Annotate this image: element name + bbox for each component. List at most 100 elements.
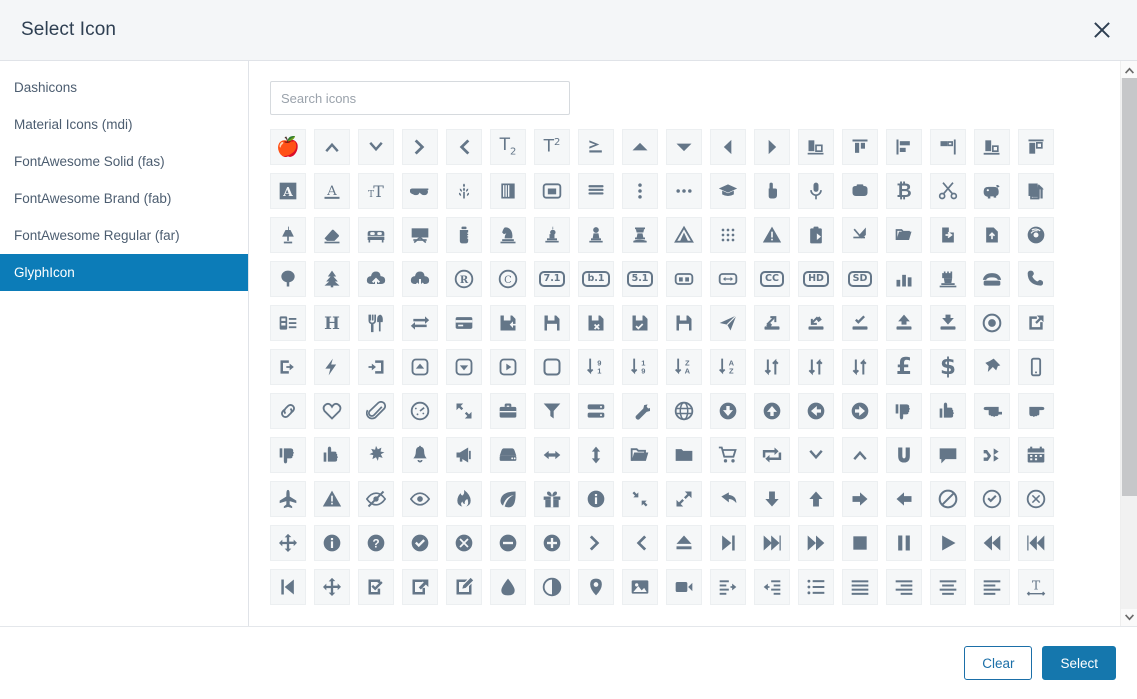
resize-small-icon[interactable] [622, 481, 658, 517]
export-icon[interactable] [974, 217, 1010, 253]
eye-open-icon[interactable] [402, 481, 438, 517]
arrow-left-icon[interactable] [886, 481, 922, 517]
wheat-icon[interactable] [446, 173, 482, 209]
flash-icon[interactable] [314, 349, 350, 385]
backward-icon[interactable] [974, 525, 1010, 561]
registration-mark-icon[interactable]: R [446, 261, 482, 297]
list-icon[interactable] [798, 569, 834, 605]
sort-by-attributes-icon[interactable]: 91 [578, 349, 614, 385]
new-window-icon[interactable] [1018, 305, 1054, 341]
folder-open-icon[interactable] [622, 437, 658, 473]
wrench-icon[interactable] [622, 393, 658, 429]
fast-backward-icon[interactable] [1018, 525, 1054, 561]
arrow-right-icon[interactable] [842, 481, 878, 517]
resize-horizontal-badge-icon[interactable] [710, 261, 746, 297]
tree-conifer-icon[interactable] [314, 261, 350, 297]
triangle-down-icon[interactable] [666, 129, 702, 165]
minus-sign-icon[interactable] [490, 525, 526, 561]
align-left-icon[interactable] [974, 569, 1010, 605]
eraser-icon[interactable] [314, 217, 350, 253]
chevron-right-icon[interactable] [402, 129, 438, 165]
thumbs-up-icon[interactable] [314, 437, 350, 473]
dashboard-icon[interactable] [402, 393, 438, 429]
option-vertical-icon[interactable] [622, 173, 658, 209]
pause-icon[interactable] [886, 525, 922, 561]
align-right-icon[interactable] [886, 569, 922, 605]
btc-5-1-icon[interactable]: 5.1 [622, 261, 658, 297]
phone-alt-icon[interactable] [974, 261, 1010, 297]
object-align-bottom-icon[interactable] [974, 129, 1010, 165]
indent-left-icon[interactable] [754, 569, 790, 605]
list-alt-settings-icon[interactable] [270, 305, 306, 341]
collapse-up-icon[interactable] [402, 349, 438, 385]
hand-right-icon[interactable] [1018, 393, 1054, 429]
greater-than-equal-terminal-icon[interactable] [578, 129, 614, 165]
remove-circle-icon[interactable] [1018, 481, 1054, 517]
sort-by-alphabet-icon[interactable] [754, 349, 790, 385]
align-justify-icon[interactable] [842, 569, 878, 605]
folder-close-icon[interactable] [666, 437, 702, 473]
briefcase-icon[interactable] [490, 393, 526, 429]
bell-icon[interactable] [402, 437, 438, 473]
triangle-up-icon[interactable] [622, 129, 658, 165]
object-align-bottom-right-icon[interactable] [798, 129, 834, 165]
vertical-scrollbar[interactable] [1120, 61, 1137, 626]
copyright-mark-icon[interactable]: C [490, 261, 526, 297]
btc-b-1-icon[interactable]: b.1 [578, 261, 614, 297]
thumbs-down-icon[interactable] [270, 437, 306, 473]
heart-empty-icon[interactable] [314, 393, 350, 429]
thumbs-down-alt-icon[interactable] [886, 393, 922, 429]
usd-icon[interactable]: $ [930, 349, 966, 385]
sort-icon[interactable] [842, 349, 878, 385]
alert-triangle-icon[interactable] [754, 217, 790, 253]
tint-icon[interactable] [490, 569, 526, 605]
sort-by-alphabet-alt-icon[interactable] [798, 349, 834, 385]
sort-by-order-icon[interactable]: ZA [666, 349, 702, 385]
plus-sign-icon[interactable] [534, 525, 570, 561]
magnet-icon[interactable] [886, 437, 922, 473]
link-icon[interactable] [270, 393, 306, 429]
ok-sign-icon[interactable] [402, 525, 438, 561]
scrollbar-thumb[interactable] [1122, 78, 1137, 496]
apple-icon[interactable]: 🍎 [270, 129, 306, 165]
triangle-right-icon[interactable] [754, 129, 790, 165]
piggy-bank-icon[interactable] [974, 173, 1010, 209]
search-input[interactable] [270, 81, 570, 115]
picture-icon[interactable] [622, 569, 658, 605]
stop-icon[interactable] [842, 525, 878, 561]
eye-close-icon[interactable] [358, 481, 394, 517]
align-center-icon[interactable] [930, 569, 966, 605]
floppy-disk-icon[interactable] [666, 305, 702, 341]
chevron-down-wide-icon[interactable] [798, 437, 834, 473]
clear-button[interactable]: Clear [964, 646, 1033, 680]
bed-icon[interactable] [358, 217, 394, 253]
check-box-icon[interactable] [358, 569, 394, 605]
lamp-icon[interactable] [270, 217, 306, 253]
triangle-left-icon[interactable] [710, 129, 746, 165]
step-forward-icon[interactable] [710, 525, 746, 561]
paperclip-icon[interactable] [358, 393, 394, 429]
phone-mobile-icon[interactable] [1018, 349, 1054, 385]
comment-icon[interactable] [930, 437, 966, 473]
plane-icon[interactable] [270, 481, 306, 517]
cc-badge-icon[interactable]: CC [754, 261, 790, 297]
object-align-top-icon[interactable] [842, 129, 878, 165]
circle-arrow-left-icon[interactable] [798, 393, 834, 429]
transfer-icon[interactable] [402, 305, 438, 341]
hd-video-icon[interactable]: HD [798, 261, 834, 297]
grid-dots-icon[interactable] [710, 217, 746, 253]
share-icon[interactable] [710, 481, 746, 517]
resize-horizontal-icon[interactable] [534, 437, 570, 473]
phone-icon[interactable] [1018, 261, 1054, 297]
thumbnail-hand-icon[interactable] [754, 173, 790, 209]
retweet-icon[interactable] [754, 437, 790, 473]
import-icon[interactable] [930, 217, 966, 253]
cutlery-icon[interactable] [358, 305, 394, 341]
move-arrows-icon[interactable] [314, 569, 350, 605]
share-alt-icon[interactable] [402, 569, 438, 605]
open-remote-icon[interactable] [754, 305, 790, 341]
piggy-bank-side-icon[interactable] [842, 173, 878, 209]
chevron-up-wide-icon[interactable] [842, 437, 878, 473]
bitcoin-icon[interactable]: ₿ [886, 173, 922, 209]
save-check-icon[interactable] [622, 305, 658, 341]
